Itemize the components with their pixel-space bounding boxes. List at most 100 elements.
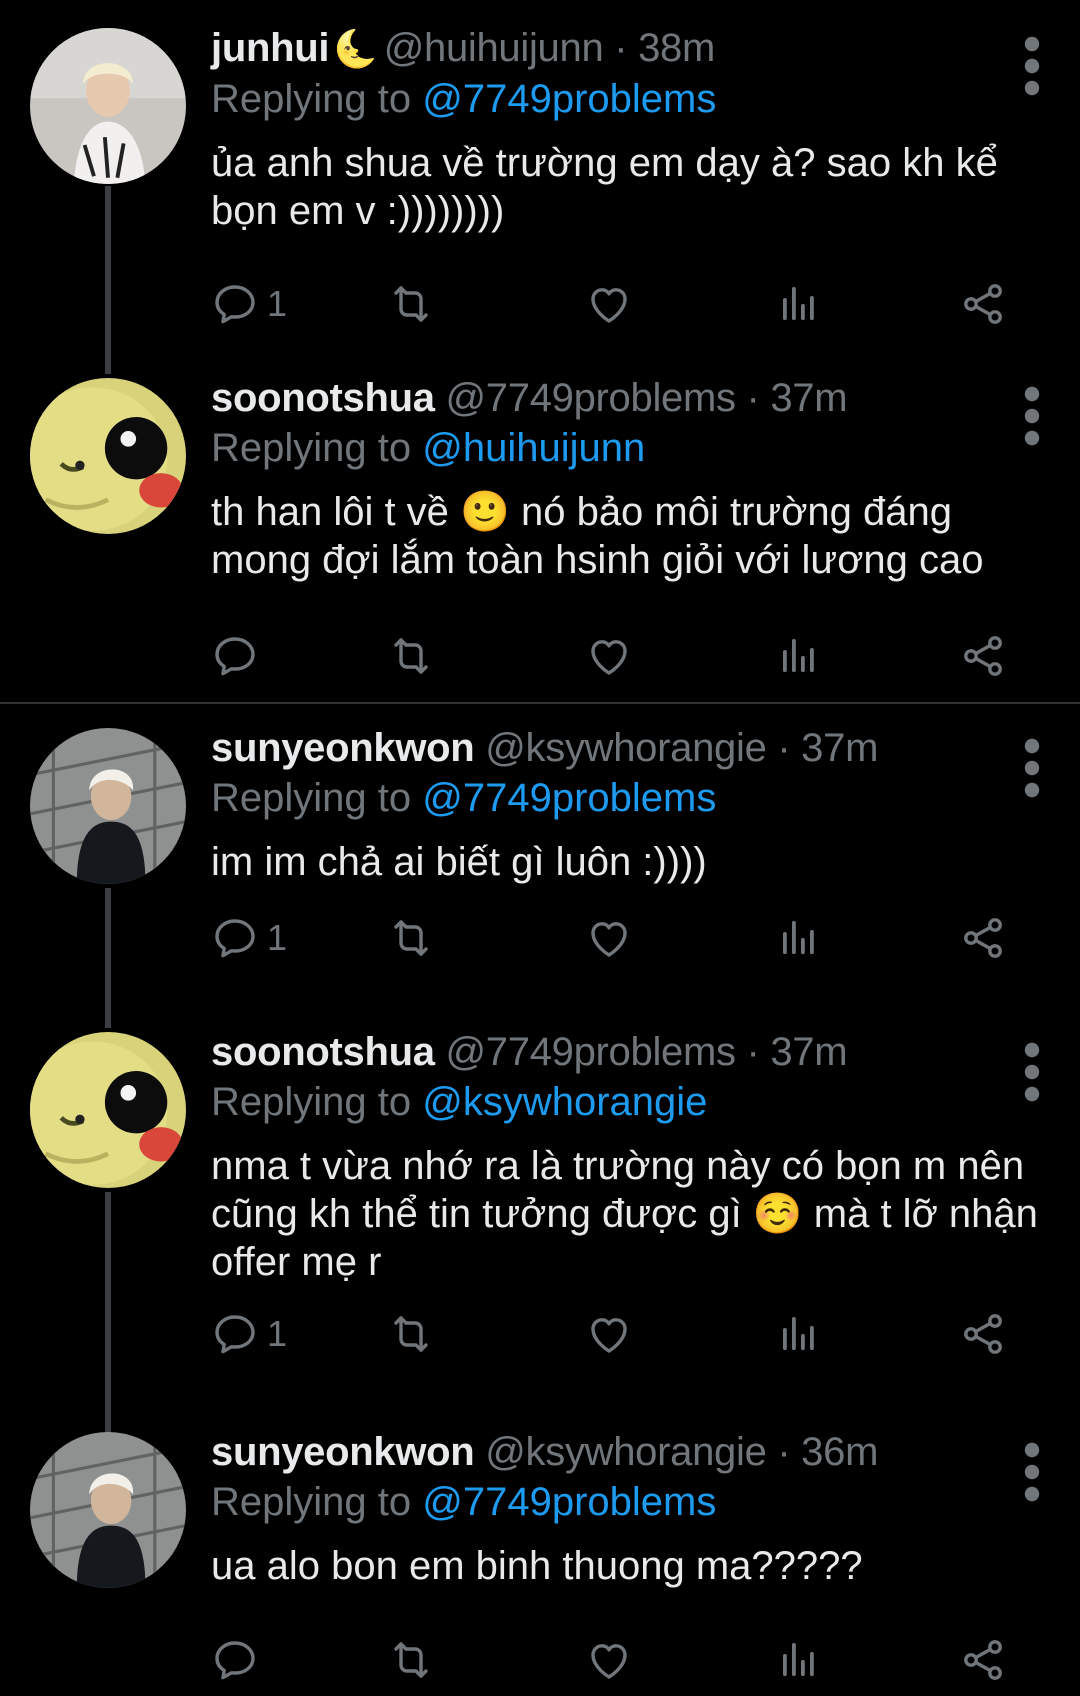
- avatar[interactable]: [30, 378, 186, 534]
- avatar[interactable]: [30, 1032, 186, 1188]
- replying-label: Replying to: [211, 77, 412, 121]
- reply-count: 1: [267, 283, 288, 324]
- separator: ·: [603, 26, 639, 70]
- display-name[interactable]: soonotshua: [211, 1030, 435, 1074]
- tweet-actions: 1: [211, 1304, 1021, 1364]
- timestamp[interactable]: 38m: [638, 26, 715, 70]
- tweet-3[interactable]: sunyeonkwon @ksywhorangie · 37m Replying…: [0, 704, 1080, 1028]
- share-button[interactable]: [959, 1304, 1007, 1364]
- more-icon[interactable]: [1024, 36, 1040, 96]
- display-name[interactable]: sunyeonkwon: [211, 1430, 475, 1474]
- more-icon[interactable]: [1024, 386, 1040, 446]
- tweet-text: th han lôi t về 🙂 nó bảo môi trường đáng…: [211, 490, 984, 582]
- more-icon[interactable]: [1024, 1442, 1040, 1502]
- share-button[interactable]: [959, 274, 1007, 334]
- heart-icon: [585, 1636, 633, 1684]
- name-emoji: 🌜: [333, 28, 378, 69]
- retweet-icon: [387, 280, 435, 328]
- retweet-button[interactable]: [387, 274, 435, 334]
- reply-button[interactable]: 1: [211, 1304, 287, 1364]
- views-icon: [773, 280, 821, 328]
- replying-label: Replying to: [211, 1080, 412, 1124]
- timestamp[interactable]: 37m: [770, 1030, 847, 1074]
- like-button[interactable]: [585, 274, 633, 334]
- tweet-actions: [211, 626, 1021, 686]
- replying-mention[interactable]: @7749problems: [422, 77, 716, 121]
- replying-mention[interactable]: @7749problems: [422, 1480, 716, 1524]
- retweet-button[interactable]: [387, 908, 435, 968]
- heart-icon: [585, 280, 633, 328]
- reply-button[interactable]: 1: [211, 908, 287, 968]
- tweet-text: ủa anh shua về trường em dạy à? sao kh k…: [211, 141, 998, 233]
- tweet-2[interactable]: soonotshua @7749problems · 37m Replying …: [0, 350, 1080, 702]
- more-icon[interactable]: [1024, 1042, 1040, 1102]
- like-button[interactable]: [585, 1630, 633, 1690]
- views-button[interactable]: [773, 274, 821, 334]
- heart-icon: [585, 914, 633, 962]
- tweet-actions: 1: [211, 274, 1021, 334]
- heart-icon: [585, 1310, 633, 1358]
- views-button[interactable]: [773, 1630, 821, 1690]
- reply-button[interactable]: 1: [211, 274, 287, 334]
- reply-icon: [211, 1310, 259, 1358]
- replying-mention[interactable]: @ksywhorangie: [422, 1080, 707, 1124]
- timestamp[interactable]: 37m: [770, 376, 847, 420]
- like-button[interactable]: [585, 626, 633, 686]
- tweet-4[interactable]: soonotshua @7749problems · 37m Replying …: [0, 1008, 1080, 1436]
- handle[interactable]: @huihuijunn: [384, 26, 604, 70]
- retweet-icon: [387, 1310, 435, 1358]
- handle[interactable]: @7749problems: [446, 376, 737, 420]
- more-icon[interactable]: [1024, 738, 1040, 798]
- separator: ·: [766, 1430, 802, 1474]
- like-button[interactable]: [585, 908, 633, 968]
- display-name[interactable]: sunyeonkwon: [211, 726, 475, 770]
- separator: ·: [735, 376, 771, 420]
- reply-button[interactable]: [211, 1630, 267, 1690]
- display-name[interactable]: junhui: [211, 26, 329, 70]
- views-icon: [773, 914, 821, 962]
- separator: ·: [766, 726, 802, 770]
- views-icon: [773, 1310, 821, 1358]
- retweet-icon: [387, 914, 435, 962]
- timestamp[interactable]: 37m: [801, 726, 878, 770]
- share-button[interactable]: [959, 626, 1007, 686]
- share-icon: [959, 632, 1007, 680]
- retweet-button[interactable]: [387, 626, 435, 686]
- reply-icon: [211, 1636, 259, 1684]
- avatar[interactable]: [30, 28, 186, 184]
- tweet-1[interactable]: junhui 🌜 @huihuijunn · 38m Replying to @77…: [0, 0, 1080, 374]
- avatar[interactable]: [30, 1432, 186, 1588]
- thread-line: [105, 888, 111, 1028]
- replying-label: Replying to: [211, 1480, 412, 1524]
- replying-mention[interactable]: @huihuijunn: [422, 426, 645, 470]
- views-button[interactable]: [773, 626, 821, 686]
- replying-mention[interactable]: @7749problems: [422, 776, 716, 820]
- views-icon: [773, 632, 821, 680]
- reply-count: 1: [267, 917, 288, 958]
- reply-icon: [211, 632, 259, 680]
- share-icon: [959, 1636, 1007, 1684]
- share-icon: [959, 914, 1007, 962]
- tweet-text: im im chả ai biết gì luôn :)))): [211, 840, 707, 884]
- retweet-button[interactable]: [387, 1304, 435, 1364]
- retweet-button[interactable]: [387, 1630, 435, 1690]
- handle[interactable]: @7749problems: [446, 1030, 737, 1074]
- like-button[interactable]: [585, 1304, 633, 1364]
- avatar[interactable]: [30, 728, 186, 884]
- display-name[interactable]: soonotshua: [211, 376, 435, 420]
- timestamp[interactable]: 36m: [801, 1430, 878, 1474]
- share-button[interactable]: [959, 1630, 1007, 1690]
- tweet-5[interactable]: sunyeonkwon @ksywhorangie · 36m Replying…: [0, 1408, 1080, 1696]
- reply-button[interactable]: [211, 626, 267, 686]
- replying-label: Replying to: [211, 776, 412, 820]
- handle[interactable]: @ksywhorangie: [485, 1430, 767, 1474]
- reply-count: 1: [267, 1313, 288, 1354]
- thread-line: [105, 186, 111, 374]
- tweet-actions: [211, 1630, 1021, 1690]
- tweet-actions: 1: [211, 908, 1021, 968]
- tweet-text: ua alo bon em binh thuong ma?????: [211, 1544, 863, 1588]
- share-button[interactable]: [959, 908, 1007, 968]
- views-button[interactable]: [773, 908, 821, 968]
- views-button[interactable]: [773, 1304, 821, 1364]
- handle[interactable]: @ksywhorangie: [485, 726, 767, 770]
